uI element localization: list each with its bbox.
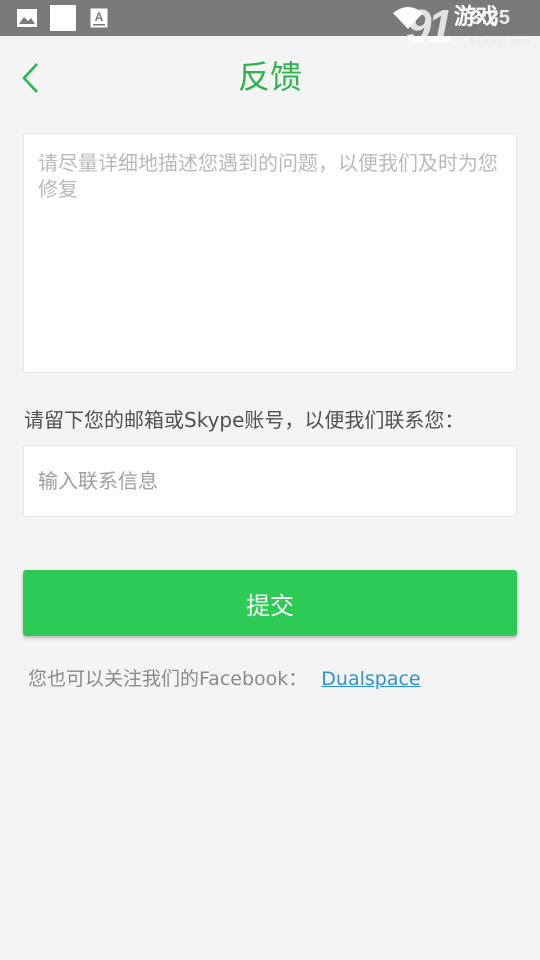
facebook-follow-line: 您也可以关注我们的Facebook： Dualspace (28, 666, 421, 692)
square-icon (50, 5, 76, 31)
contact-label: 请留下您的邮箱或Skype账号，以便我们联系您： (24, 408, 465, 432)
page-title: 反馈 (237, 58, 302, 96)
watermark-game-text: 游戏3:35 (454, 5, 511, 30)
facebook-link[interactable]: Dualspace (321, 668, 420, 690)
contact-input[interactable] (24, 446, 516, 516)
feedback-field-container (23, 133, 517, 373)
submit-button[interactable]: 提交 (23, 570, 517, 636)
contact-field-container (23, 445, 517, 517)
status-time: 3:35 (470, 7, 511, 29)
feedback-textarea[interactable] (24, 134, 516, 372)
facebook-follow-text: 您也可以关注我们的Facebook： (28, 668, 308, 690)
svg-text:A: A (95, 10, 104, 24)
header: 反馈 (0, 36, 540, 118)
image-icon (17, 9, 37, 27)
font-icon: A (90, 8, 108, 28)
status-bar: A 91 游戏3:35 91danji.com (0, 0, 540, 52)
